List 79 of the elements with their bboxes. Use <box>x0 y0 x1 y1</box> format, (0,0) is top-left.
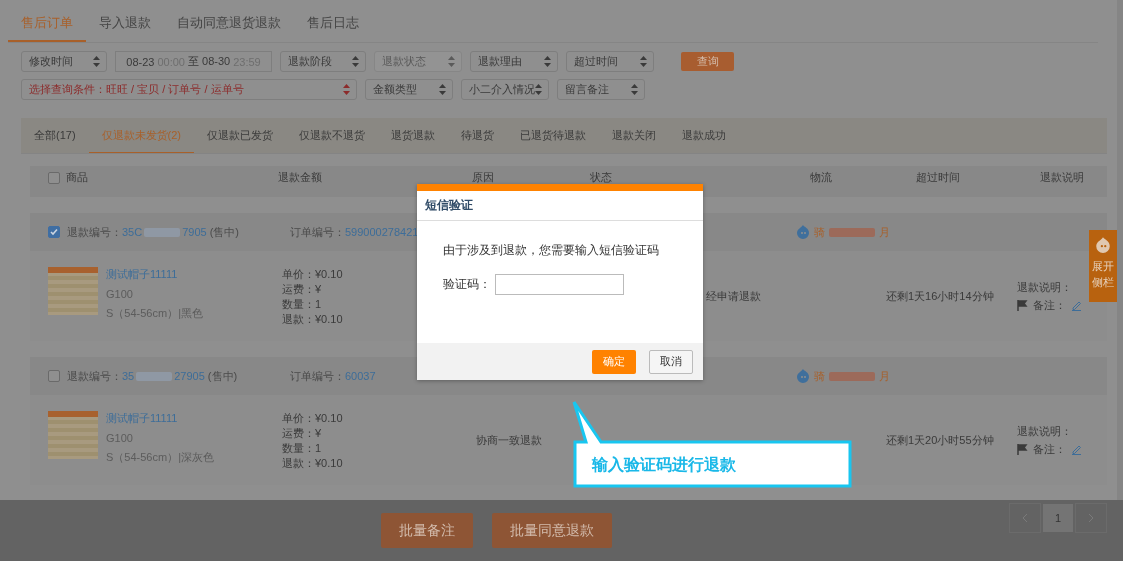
time-remaining: 还剩1天16小时14分钟 <box>886 288 994 304</box>
dropdown[interactable]: 退款理由 <box>470 51 558 72</box>
dropdown[interactable]: 留言备注 <box>557 79 645 100</box>
side-panel-tab[interactable]: 展开侧栏 <box>1089 230 1117 302</box>
sort-caret-icon <box>93 56 100 67</box>
tab[interactable]: 导入退款 <box>86 0 164 42</box>
dropdown[interactable]: 金额类型 <box>365 79 453 100</box>
chat-bubble-icon[interactable] <box>795 368 811 384</box>
row-checkbox[interactable] <box>48 370 60 382</box>
column-header: 超过时间 <box>916 171 960 184</box>
amount-line: 单价：¥0.10 <box>282 411 343 426</box>
status-tab[interactable]: 已退货待退款 <box>507 118 599 153</box>
explanation-label: 退款说明： <box>1017 423 1072 439</box>
cancel-button[interactable]: 取消 <box>649 349 693 374</box>
row-checkbox[interactable] <box>48 226 60 238</box>
sort-caret-icon <box>352 56 359 67</box>
column-header: 状态 <box>590 171 612 184</box>
amount-line: 退款：¥0.10 <box>282 312 343 327</box>
column-header: 原因 <box>472 171 494 184</box>
status-tab[interactable]: 仅退款不退货 <box>286 118 378 153</box>
callout-text: 输入验证码进行退款 <box>592 455 736 475</box>
status-tab[interactable]: 退货退款 <box>378 118 448 153</box>
note-label: 备注： <box>1033 297 1066 313</box>
time-remaining: 还剩1天20小时55分钟 <box>886 432 994 448</box>
amount-line: 数量：1 <box>282 441 322 456</box>
chat-bubble-icon <box>1094 236 1112 254</box>
tab[interactable]: 自动同意退货退款 <box>164 0 294 42</box>
amount-line: 退款：¥0.10 <box>282 456 343 471</box>
query-button[interactable]: 查询 <box>681 52 734 71</box>
scrollbar[interactable] <box>1117 0 1123 500</box>
dialog-title: 短信验证 <box>417 191 703 221</box>
sort-caret-icon <box>343 84 350 95</box>
blur-mask <box>829 371 875 381</box>
confirm-button[interactable]: 确定 <box>592 349 636 374</box>
batch-button[interactable]: 批量备注 <box>381 513 473 548</box>
flag-icon <box>1017 299 1028 311</box>
status-tab[interactable]: 退款成功 <box>669 118 739 153</box>
tab[interactable]: 售后日志 <box>294 0 372 42</box>
dropdown[interactable]: 选择查询条件：旺旺 / 宝贝 / 订单号 / 运单号 <box>21 79 357 100</box>
sort-caret-icon <box>631 84 638 95</box>
refund-status: 经申请退款 <box>706 288 761 304</box>
sort-caret-icon <box>535 84 542 95</box>
flag-icon <box>1017 443 1028 455</box>
product-name[interactable]: 测试帽子11111 <box>106 267 203 282</box>
page-number[interactable]: 1 <box>1043 504 1073 532</box>
chat-bubble-icon[interactable] <box>795 224 811 240</box>
dropdown[interactable]: 超过时间 <box>566 51 654 72</box>
dropdown[interactable]: 退款阶段 <box>280 51 366 72</box>
amount-line: 运费：¥ <box>282 282 322 297</box>
dropdown[interactable]: 小二介入情况 <box>461 79 549 100</box>
explanation-label: 退款说明： <box>1017 279 1072 295</box>
select-all-checkbox[interactable] <box>48 171 60 184</box>
status-tab[interactable]: 全部(17) <box>21 118 89 153</box>
field-label: 验证码： <box>443 276 491 293</box>
blur-mask <box>136 371 173 381</box>
amount-line: 单价：¥0.10 <box>282 267 343 282</box>
batch-button[interactable]: 批量同意退款 <box>492 513 612 548</box>
status-tab[interactable]: 退款关闭 <box>599 118 669 153</box>
status-tab[interactable]: 待退货 <box>448 118 507 153</box>
dialog-message: 由于涉及到退款，您需要输入短信验证码 <box>443 242 660 259</box>
column-header: 退款说明 <box>1040 171 1084 184</box>
product-name[interactable]: 测试帽子11111 <box>106 411 214 426</box>
note-label: 备注： <box>1033 441 1066 457</box>
amount-line: 运费：¥ <box>282 426 322 441</box>
pencil-icon[interactable] <box>1071 299 1082 311</box>
code-input-field[interactable] <box>495 274 624 295</box>
sort-caret-icon <box>544 56 551 67</box>
sort-caret-icon <box>448 56 455 67</box>
sort-caret-icon <box>640 56 647 67</box>
blur-mask <box>144 227 181 237</box>
sort-caret-icon <box>439 84 446 95</box>
column-header: 物流 <box>810 171 832 184</box>
amount-line: 数量：1 <box>282 297 322 312</box>
status-tab[interactable]: 仅退款已发货 <box>194 118 286 153</box>
blur-mask <box>829 227 875 237</box>
dropdown[interactable]: 修改时间 <box>21 51 107 72</box>
column-header: 退款金额 <box>278 171 322 184</box>
column-header: 商品 <box>66 171 88 184</box>
pencil-icon[interactable] <box>1071 443 1082 455</box>
